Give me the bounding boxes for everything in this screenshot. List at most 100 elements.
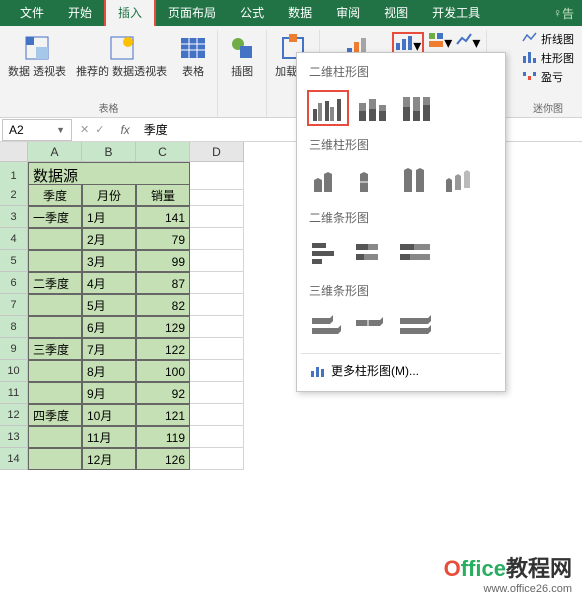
cell-month[interactable]: 4月 [82, 272, 136, 294]
sparkline-line-button[interactable]: 折线图 [518, 30, 578, 48]
3d-clustered-bar-option[interactable] [307, 309, 349, 345]
menu-page-layout[interactable]: 页面布局 [156, 0, 228, 26]
cell[interactable] [190, 228, 244, 250]
row-header-11[interactable]: 11 [0, 382, 28, 404]
sparkline-winloss-button[interactable]: 盈亏 [518, 68, 578, 86]
name-box[interactable]: A2 ▼ [2, 119, 72, 141]
row-header-13[interactable]: 13 [0, 426, 28, 448]
row-header-7[interactable]: 7 [0, 294, 28, 316]
menu-data[interactable]: 数据 [276, 0, 324, 26]
menu-home[interactable]: 开始 [56, 0, 104, 26]
row-header-2[interactable]: 2 [0, 184, 28, 206]
col-header-C[interactable]: C [136, 142, 190, 162]
rec-pivot-button[interactable]: 推荐的 数据透视表 [72, 30, 171, 81]
tell-me[interactable]: ♀ 告 [553, 5, 582, 22]
cell[interactable] [190, 404, 244, 426]
table-button[interactable]: 表格 [173, 30, 213, 81]
3d-stacked-column-option[interactable] [351, 163, 393, 199]
cell-quarter[interactable] [28, 448, 82, 470]
enter-formula-button[interactable]: ✓ [95, 123, 104, 136]
cell-sales[interactable]: 92 [136, 382, 190, 404]
menu-formula[interactable]: 公式 [228, 0, 276, 26]
row-header-10[interactable]: 10 [0, 360, 28, 382]
cell-month[interactable]: 12月 [82, 448, 136, 470]
header-quarter[interactable]: 季度 [28, 184, 82, 206]
cell-sales[interactable]: 126 [136, 448, 190, 470]
cell-month[interactable]: 10月 [82, 404, 136, 426]
cell-month[interactable]: 1月 [82, 206, 136, 228]
cell-sales[interactable]: 87 [136, 272, 190, 294]
header-sales[interactable]: 销量 [136, 184, 190, 206]
cell-sales[interactable]: 121 [136, 404, 190, 426]
col-header-B[interactable]: B [82, 142, 136, 162]
fx-icon[interactable]: fx [120, 123, 129, 137]
stacked-column-option[interactable] [351, 90, 393, 126]
sparkline-column-button[interactable]: 柱形图 [518, 49, 578, 67]
cell[interactable] [190, 316, 244, 338]
cell[interactable] [190, 294, 244, 316]
cell[interactable] [190, 338, 244, 360]
clustered-column-option[interactable] [307, 90, 349, 126]
menu-review[interactable]: 审阅 [324, 0, 372, 26]
cancel-formula-button[interactable]: ✕ [80, 123, 89, 136]
cell-quarter[interactable]: 三季度 [28, 338, 82, 360]
cell-quarter[interactable] [28, 294, 82, 316]
cell[interactable] [190, 184, 244, 206]
menu-insert[interactable]: 插入 [106, 0, 154, 26]
cell-month[interactable]: 2月 [82, 228, 136, 250]
cell[interactable] [190, 206, 244, 228]
row-header-6[interactable]: 6 [0, 272, 28, 294]
menu-view[interactable]: 视图 [372, 0, 420, 26]
cell-month[interactable]: 3月 [82, 250, 136, 272]
3d-100-stacked-bar-option[interactable] [395, 309, 437, 345]
cell-month[interactable]: 7月 [82, 338, 136, 360]
100-stacked-column-option[interactable] [395, 90, 437, 126]
cell-month[interactable]: 5月 [82, 294, 136, 316]
cell[interactable] [190, 360, 244, 382]
cell-quarter[interactable] [28, 316, 82, 338]
cell-quarter[interactable] [28, 382, 82, 404]
cell-quarter[interactable] [28, 360, 82, 382]
cell-sales[interactable]: 129 [136, 316, 190, 338]
cell[interactable] [190, 250, 244, 272]
cell[interactable] [190, 426, 244, 448]
cell-month[interactable]: 9月 [82, 382, 136, 404]
cell-sales[interactable]: 100 [136, 360, 190, 382]
cell[interactable] [190, 382, 244, 404]
cell-month[interactable]: 6月 [82, 316, 136, 338]
cell-quarter[interactable] [28, 426, 82, 448]
select-all-corner[interactable] [0, 142, 28, 162]
clustered-bar-option[interactable] [307, 236, 349, 272]
stacked-bar-option[interactable] [351, 236, 393, 272]
3d-column-option[interactable] [439, 163, 481, 199]
menu-file[interactable]: 文件 [8, 0, 56, 26]
row-header-5[interactable]: 5 [0, 250, 28, 272]
cell-quarter[interactable]: 四季度 [28, 404, 82, 426]
cell-sales[interactable]: 141 [136, 206, 190, 228]
cell-sales[interactable]: 82 [136, 294, 190, 316]
3d-stacked-bar-option[interactable] [351, 309, 393, 345]
header-month[interactable]: 月份 [82, 184, 136, 206]
cell[interactable] [190, 272, 244, 294]
cell[interactable] [190, 448, 244, 470]
100-stacked-bar-option[interactable] [395, 236, 437, 272]
cell-sales[interactable]: 122 [136, 338, 190, 360]
cell-month[interactable]: 11月 [82, 426, 136, 448]
cell-sales[interactable]: 119 [136, 426, 190, 448]
3d-clustered-column-option[interactable] [307, 163, 349, 199]
illustrations-button[interactable]: 插图 [222, 30, 262, 81]
row-header-9[interactable]: 9 [0, 338, 28, 360]
cell-quarter[interactable]: 二季度 [28, 272, 82, 294]
menu-dev[interactable]: 开发工具 [420, 0, 492, 26]
cell-quarter[interactable] [28, 250, 82, 272]
row-header-8[interactable]: 8 [0, 316, 28, 338]
cell-month[interactable]: 8月 [82, 360, 136, 382]
col-header-D[interactable]: D [190, 142, 244, 162]
3d-100-stacked-column-option[interactable] [395, 163, 437, 199]
row-header-14[interactable]: 14 [0, 448, 28, 470]
cell-quarter[interactable] [28, 228, 82, 250]
cell-quarter[interactable]: 一季度 [28, 206, 82, 228]
cell-sales[interactable]: 79 [136, 228, 190, 250]
more-column-charts-button[interactable]: 更多柱形图(M)... [301, 353, 501, 387]
cell-sales[interactable]: 99 [136, 250, 190, 272]
